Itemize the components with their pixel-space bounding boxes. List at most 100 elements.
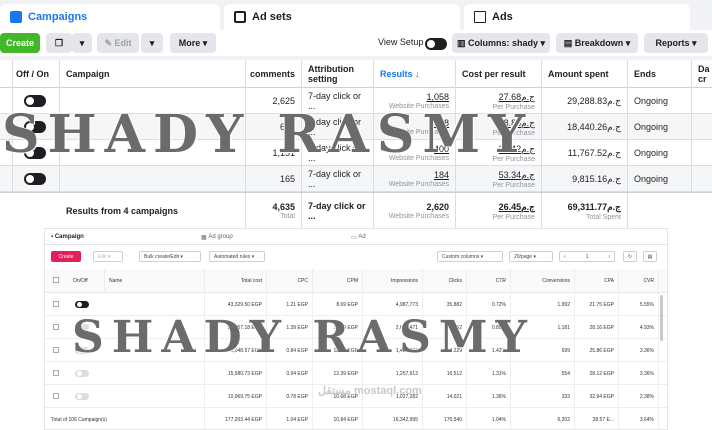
campaign-name[interactable] — [60, 166, 246, 192]
breakdown-icon: ▤ — [563, 37, 573, 48]
duplicate-button[interactable]: ❐ — [46, 33, 72, 53]
col-cvr[interactable]: CVR — [619, 269, 659, 293]
tab-campaigns[interactable]: Campaigns — [0, 4, 220, 30]
custom-columns-dropdown[interactable]: Custom columns ▾ — [437, 251, 503, 262]
row-checkbox[interactable] — [53, 370, 59, 376]
chevron-left-icon[interactable]: ‹ — [564, 254, 566, 260]
scrollbar[interactable] — [660, 295, 663, 341]
tab-campaign[interactable]: ▪ Campaign — [51, 229, 84, 245]
edit-dropdown[interactable]: Edit ▾ — [93, 251, 123, 262]
pagination[interactable]: ‹ 1 › — [559, 251, 615, 262]
on-off-toggle[interactable] — [75, 370, 89, 377]
create-button[interactable]: Create — [51, 251, 81, 262]
bulk-edit-dropdown[interactable]: Bulk create/Edit ▾ — [139, 251, 201, 262]
view-setup-label: View Setup — [378, 37, 424, 47]
on-off-toggle[interactable] — [75, 301, 89, 308]
tab-ad-sets[interactable]: Ad sets — [224, 4, 460, 30]
comments-cell: 165 — [246, 166, 302, 192]
ad-icon — [474, 11, 486, 23]
tab-ad[interactable]: ▭ Ad — [351, 229, 366, 245]
col-comments[interactable]: comments — [246, 60, 302, 88]
campaign-name[interactable] — [105, 385, 205, 408]
cpa-cell: 28.57 E... — [575, 408, 619, 429]
bottom-toolbar: Create Edit ▾ Bulk create/Edit ▾ Automat… — [45, 247, 667, 265]
on-off-toggle[interactable] — [75, 393, 89, 400]
per-page-select[interactable]: 20/page ▾ — [509, 251, 553, 262]
bottom-table-header: On/Off Name Total cost CPC CPM Impressio… — [45, 269, 667, 293]
col-off-on[interactable]: Off / On — [10, 60, 60, 88]
tab-ad-group[interactable]: ▦ Ad group — [201, 229, 233, 245]
col-cpm[interactable]: CPM — [313, 269, 363, 293]
cvr-cell: 4.93% — [619, 316, 659, 339]
attribution-cell: 7-day click or ... — [302, 166, 374, 192]
impr-cell: 1,257,913 — [363, 362, 423, 385]
cpc-cell: 1.04 EGP — [267, 408, 313, 429]
col-clicks[interactable]: Clicks — [423, 269, 467, 293]
col-campaign[interactable]: Campaign — [60, 60, 246, 88]
totals-attribution: 7-day click or ... — [302, 193, 374, 228]
tab-ads[interactable]: Ads — [464, 4, 690, 30]
mostaql-logo: مستقل mostaql.com — [318, 385, 422, 397]
grid-icon — [234, 11, 246, 23]
row-checkbox[interactable] — [53, 393, 59, 399]
cvr-cell: 3.36% — [619, 339, 659, 362]
col-total-cost[interactable]: Total cost — [205, 269, 267, 293]
conv-cell: 6,202 — [511, 408, 575, 429]
table-row[interactable]: 15,580.73 EGP 0.94 EGP 12.39 EGP 1,257,913 1… — [45, 362, 667, 385]
duplicate-dropdown[interactable]: ▾ — [72, 33, 92, 53]
ends-cell: Ongoing — [628, 88, 692, 114]
col-results[interactable]: Results ↓ — [374, 60, 456, 88]
clicks-cell: 16,512 — [423, 362, 467, 385]
spent-cell: 18,440.26ج.م — [542, 114, 628, 140]
more-button[interactable]: More ▾ — [170, 33, 216, 53]
refresh-icon[interactable]: ↻ — [623, 251, 637, 262]
ends-cell: Ongoing — [628, 140, 692, 166]
duplicate-icon: ❐ — [54, 37, 64, 48]
totals-row: Results from 4 campaigns 4,635 Total 7-da… — [0, 192, 712, 228]
row-checkbox[interactable] — [53, 301, 59, 307]
folder-icon — [10, 11, 22, 23]
export-icon[interactable]: ▤ — [643, 251, 657, 262]
col-ends[interactable]: Ends — [628, 60, 692, 88]
edit-button[interactable]: ✎ Edit — [97, 33, 139, 53]
row-toggle[interactable] — [10, 166, 60, 192]
col-date-created[interactable]: Da cr — [692, 60, 712, 88]
on-off-toggle[interactable] — [23, 173, 46, 185]
col-attribution[interactable]: Attribution setting — [302, 60, 374, 88]
col-cpa[interactable]: CPA — [575, 269, 619, 293]
row-checkbox[interactable] — [53, 324, 59, 330]
chevron-down-icon: ▾ — [149, 37, 155, 48]
select-all-checkbox[interactable] — [53, 277, 59, 283]
automated-rules-dropdown[interactable]: Automated rules ▾ — [209, 251, 265, 262]
conv-cell: 554 — [511, 362, 575, 385]
campaign-name[interactable] — [105, 362, 205, 385]
col-amount-spent[interactable]: Amount spent — [542, 60, 628, 88]
col-conversions[interactable]: Conversions — [511, 269, 575, 293]
results-cell: 184 Website Purchases — [374, 166, 456, 192]
table-row[interactable]: 165 7-day click or ... 184 Website Purchase… — [0, 166, 712, 192]
ctr-cell: 1.31% — [467, 362, 511, 385]
cvr-cell: 5.55% — [619, 293, 659, 316]
folder-icon: ▪ — [51, 234, 54, 240]
col-ctr[interactable]: CTR — [467, 269, 511, 293]
totals-results: 2,620 Website Purchases — [374, 193, 456, 228]
ad-icon: ▭ — [351, 234, 357, 241]
row-checkbox[interactable] — [53, 347, 59, 353]
col-on-off: On/Off — [69, 269, 105, 293]
cost-cell: 177,203.44 EGP — [205, 408, 267, 429]
col-cpc[interactable]: CPC — [267, 269, 313, 293]
col-impressions[interactable]: Impressions — [363, 269, 423, 293]
chevron-right-icon[interactable]: › — [608, 254, 610, 260]
reports-button[interactable]: Reports ▾ — [644, 33, 708, 53]
cpa-cell: 28.16 EGP — [575, 316, 619, 339]
edit-dropdown[interactable]: ▾ — [141, 33, 163, 53]
watermark-bottom: SHADY RASMY — [72, 312, 535, 363]
col-cost-per-result[interactable]: Cost per result — [456, 60, 542, 88]
columns-button[interactable]: ▥ Columns: shady ▾ — [452, 33, 550, 53]
clicks-cell: 170,540 — [423, 408, 467, 429]
cpc-cell: 0.78 EGP — [267, 385, 313, 408]
create-button[interactable]: Create — [0, 33, 40, 53]
ends-cell: Ongoing — [628, 114, 692, 140]
view-setup-toggle[interactable] — [425, 37, 447, 55]
breakdown-button[interactable]: ▤ Breakdown ▾ — [556, 33, 638, 53]
